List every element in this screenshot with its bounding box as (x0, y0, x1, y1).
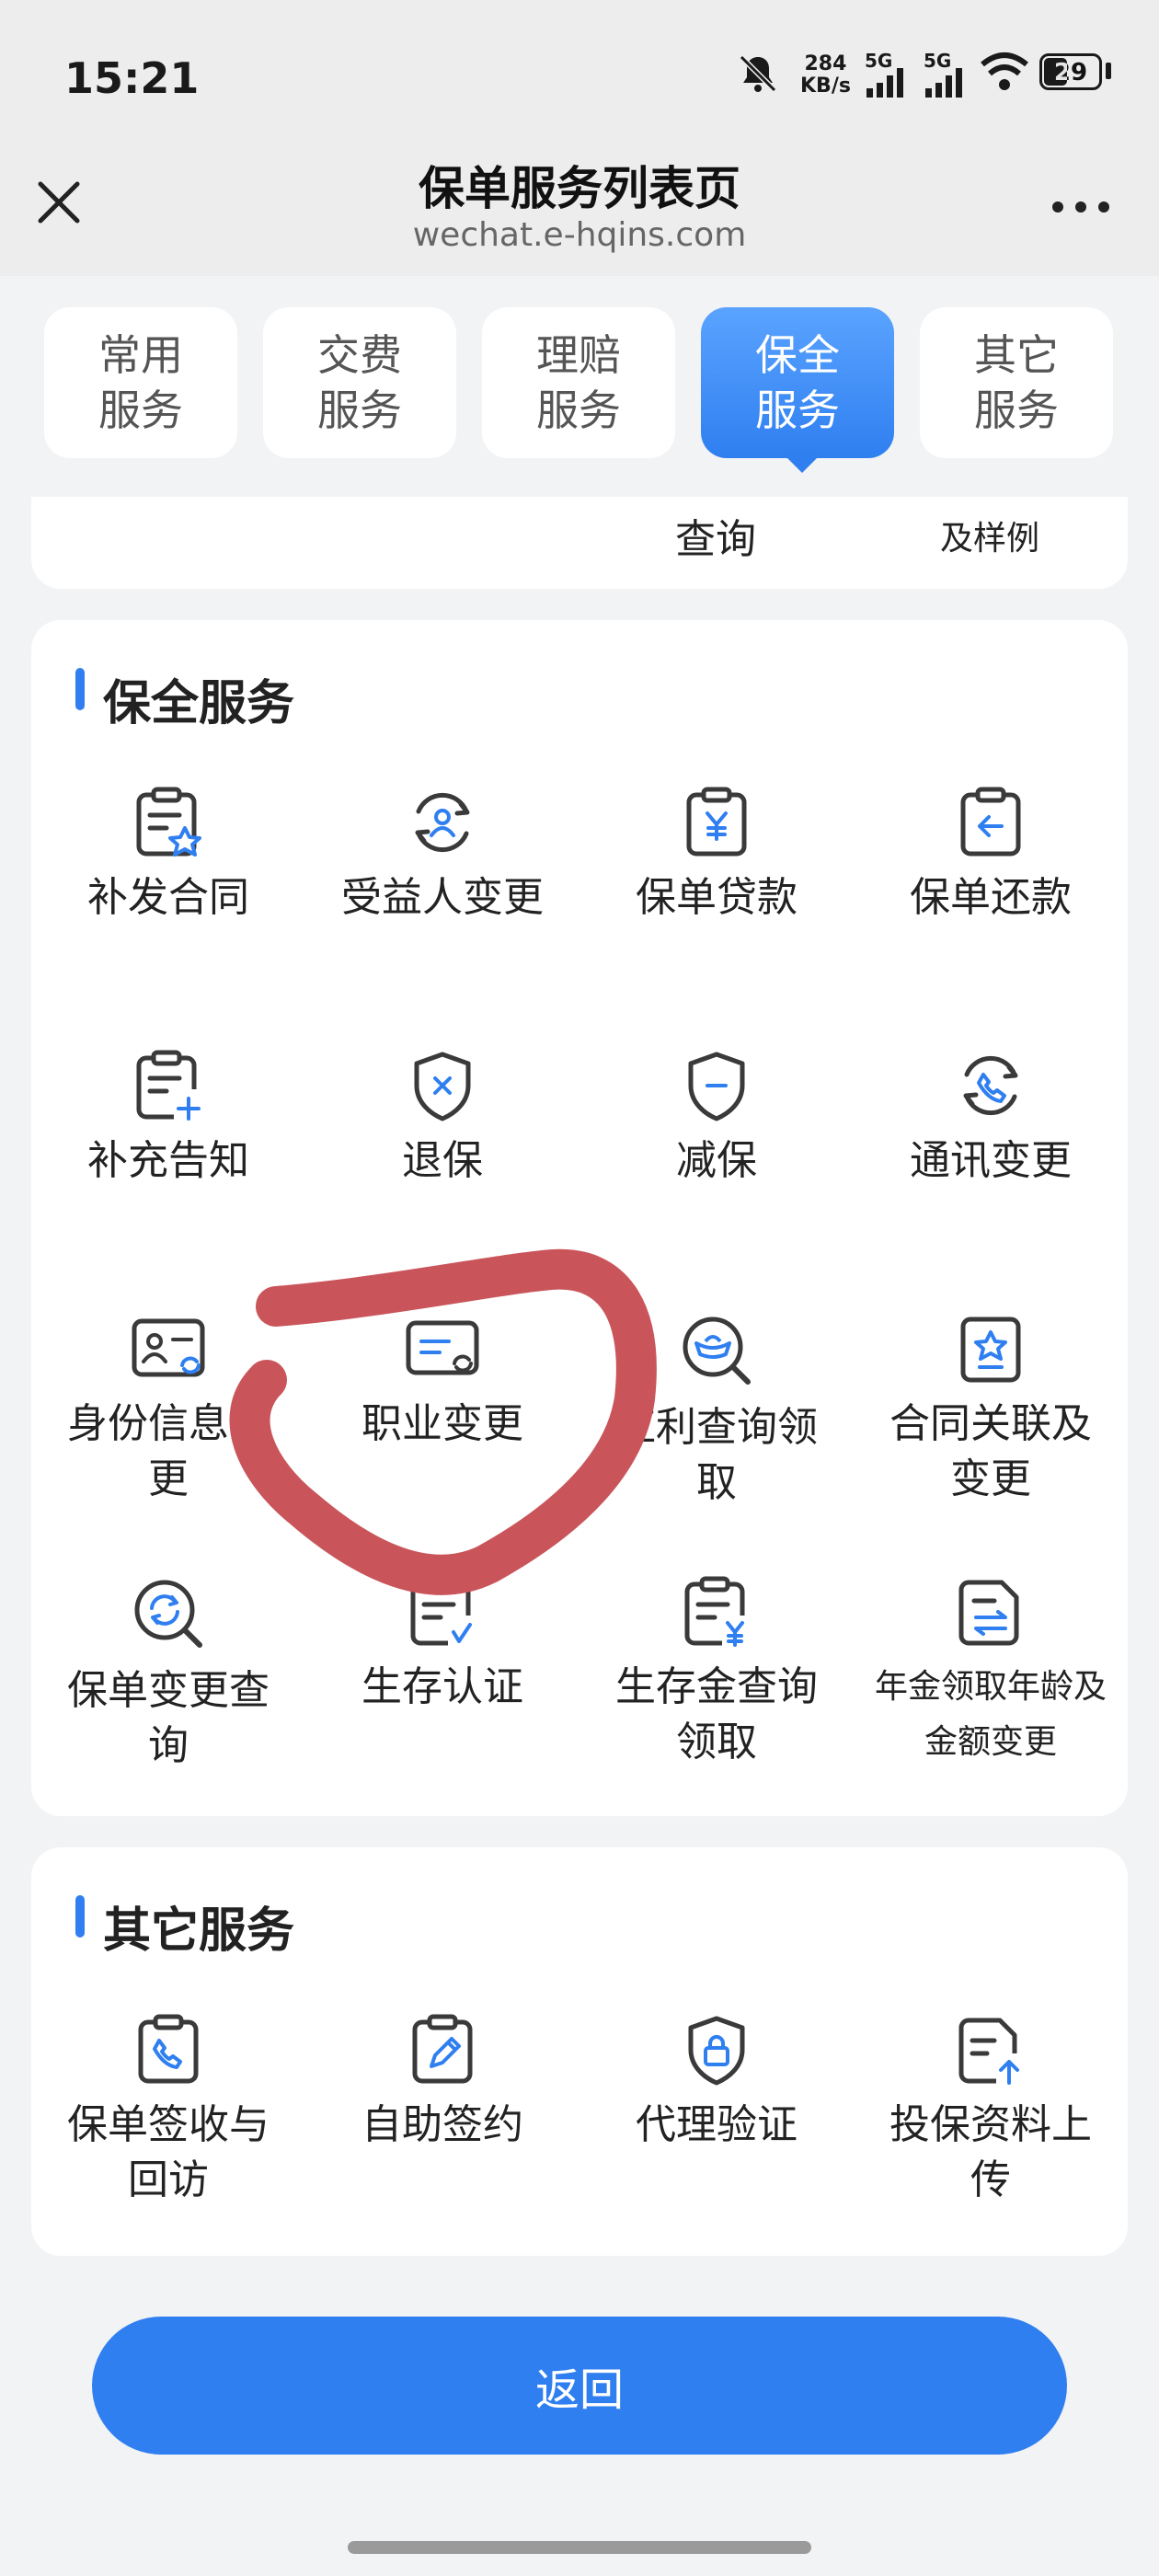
service-reissue-contract[interactable]: 补发合同 (31, 786, 305, 926)
doc-star-icon (136, 787, 201, 857)
service-label: 生存金查询领取 (615, 1663, 818, 1765)
previous-service-card: 查询 及样例 (31, 497, 1128, 589)
service-label: 身份信息变更 (67, 1400, 270, 1502)
doc-plus-icon (136, 1050, 201, 1121)
phone-cycle-icon (963, 1055, 1018, 1116)
yen-clipboard-icon (686, 787, 747, 857)
doc-yen-icon (684, 1576, 745, 1647)
battery-indicator: 29 (1039, 53, 1102, 90)
service-label: 补发合同 (87, 874, 249, 921)
service-upload-documents[interactable]: 投保资料上传 (854, 2013, 1128, 2208)
battery-level: 29 (1053, 59, 1088, 86)
shield-lock-icon (688, 2016, 745, 2086)
service-label: 补充告知 (87, 1137, 249, 1184)
service-annuity-change[interactable]: 年金领取年龄及金额变更 (854, 1575, 1128, 1770)
service-agent-verification[interactable]: 代理验证 (580, 2013, 854, 2153)
service-label: 保单贷款 (636, 874, 798, 921)
preservation-services-card: 保全服务 补发合同 受益人变更 保单贷款 保单还款 补充告知 退保 减保 通讯变… (31, 620, 1128, 1816)
id-card-icon (132, 1318, 205, 1377)
tab-payment[interactable]: 交费服务 (263, 307, 456, 458)
doc-upload-icon (958, 2018, 1019, 2085)
partial-label-query[interactable]: 查询 (675, 506, 756, 565)
service-change-query[interactable]: 保单变更查询 (31, 1575, 305, 1774)
service-contact-change[interactable]: 通讯变更 (854, 1049, 1128, 1189)
doc-swap-icon (958, 1580, 1019, 1646)
net-speed: 284 KB/s (800, 53, 851, 98)
search-cycle-icon (134, 1580, 202, 1648)
service-label: 减保 (676, 1137, 757, 1184)
tab-claims[interactable]: 理赔服务 (482, 307, 675, 458)
service-reduce-coverage[interactable]: 减保 (580, 1049, 854, 1189)
shield-minus-icon (688, 1052, 745, 1121)
phone-clipboard-icon (138, 2014, 199, 2084)
pen-clipboard-icon (412, 2014, 473, 2084)
service-label: 保单变更查询 (67, 1667, 270, 1769)
status-time: 15:21 (64, 53, 200, 103)
service-policy-repayment[interactable]: 保单还款 (854, 786, 1128, 926)
service-label: 投保资料上传 (889, 2101, 1092, 2203)
active-tab-pointer (782, 453, 822, 473)
page-url: wechat.e-hqins.com (412, 216, 747, 254)
service-label: 通讯变更 (910, 1137, 1072, 1184)
service-survival-benefit[interactable]: 生存金查询领取 (580, 1575, 854, 1770)
return-clipboard-icon (960, 787, 1021, 857)
service-label: 生存认证 (361, 1663, 523, 1710)
service-tabs: 常用服务 交费服务 理赔服务 保全服务 其它服务 (0, 276, 1159, 497)
partial-label-sample[interactable]: 及样例 (940, 512, 1039, 559)
service-label: 受益人变更 (341, 874, 544, 921)
signal-bars-icon (866, 68, 903, 98)
service-survival-certification[interactable]: 生存认证 (305, 1575, 580, 1715)
tab-preservation[interactable]: 保全服务 (701, 307, 894, 458)
back-button[interactable]: 返回 (92, 2317, 1067, 2455)
service-label: 职业变更 (361, 1400, 523, 1447)
net-speed-unit: KB/s (800, 75, 851, 98)
shield-x-icon (414, 1052, 471, 1121)
service-label: 合同关联及变更 (889, 1400, 1092, 1502)
ingot-search-icon (683, 1317, 751, 1385)
star-clipboard-icon (960, 1317, 1021, 1383)
service-self-sign[interactable]: 自助签约 (305, 2013, 580, 2153)
mute-bell-icon (739, 54, 777, 93)
service-beneficiary-change[interactable]: 受益人变更 (305, 786, 580, 926)
home-indicator[interactable] (348, 2541, 811, 2554)
service-policy-loan[interactable]: 保单贷款 (580, 786, 854, 926)
service-occupation-change[interactable]: 职业变更 (305, 1312, 580, 1452)
tab-common[interactable]: 常用服务 (44, 307, 237, 458)
service-label: 保单签收与回访 (67, 2101, 270, 2203)
service-label: 代理验证 (636, 2101, 798, 2148)
service-label: 自助签约 (361, 2101, 523, 2148)
service-identity-change[interactable]: 身份信息变更 (31, 1312, 305, 1507)
section-title: 保全服务 (103, 676, 295, 731)
service-label: 退保 (402, 1137, 483, 1184)
more-icon[interactable] (1049, 193, 1113, 221)
service-policy-receipt[interactable]: 保单签收与回访 (31, 2013, 305, 2208)
doc-check-icon (410, 1576, 472, 1646)
service-contract-link[interactable]: 合同关联及变更 (854, 1312, 1128, 1507)
page-title: 保单服务列表页 (419, 162, 740, 215)
wifi-icon (981, 52, 1028, 90)
title-bar: 保单服务列表页 wechat.e-hqins.com (0, 129, 1159, 276)
tab-other[interactable]: 其它服务 (920, 307, 1113, 458)
service-supplementary-notice[interactable]: 补充告知 (31, 1049, 305, 1189)
service-label: 保单还款 (910, 874, 1072, 921)
service-label: 红利查询领取 (615, 1404, 818, 1506)
service-label: 年金领取年龄及金额变更 (874, 1668, 1107, 1761)
person-cycle-icon (415, 792, 470, 853)
other-services-card: 其它服务 保单签收与回访 自助签约 代理验证 投保资料上传 (31, 1847, 1128, 2256)
service-dividend-query[interactable]: 红利查询领取 (580, 1312, 854, 1511)
section-title: 其它服务 (103, 1903, 295, 1959)
status-icons: 284 KB/s 5G 5G 29 (681, 46, 1159, 110)
net-speed-value: 284 (804, 52, 847, 75)
service-surrender[interactable]: 退保 (305, 1049, 580, 1189)
signal-bars-icon (925, 68, 962, 98)
job-card-icon (406, 1320, 479, 1375)
